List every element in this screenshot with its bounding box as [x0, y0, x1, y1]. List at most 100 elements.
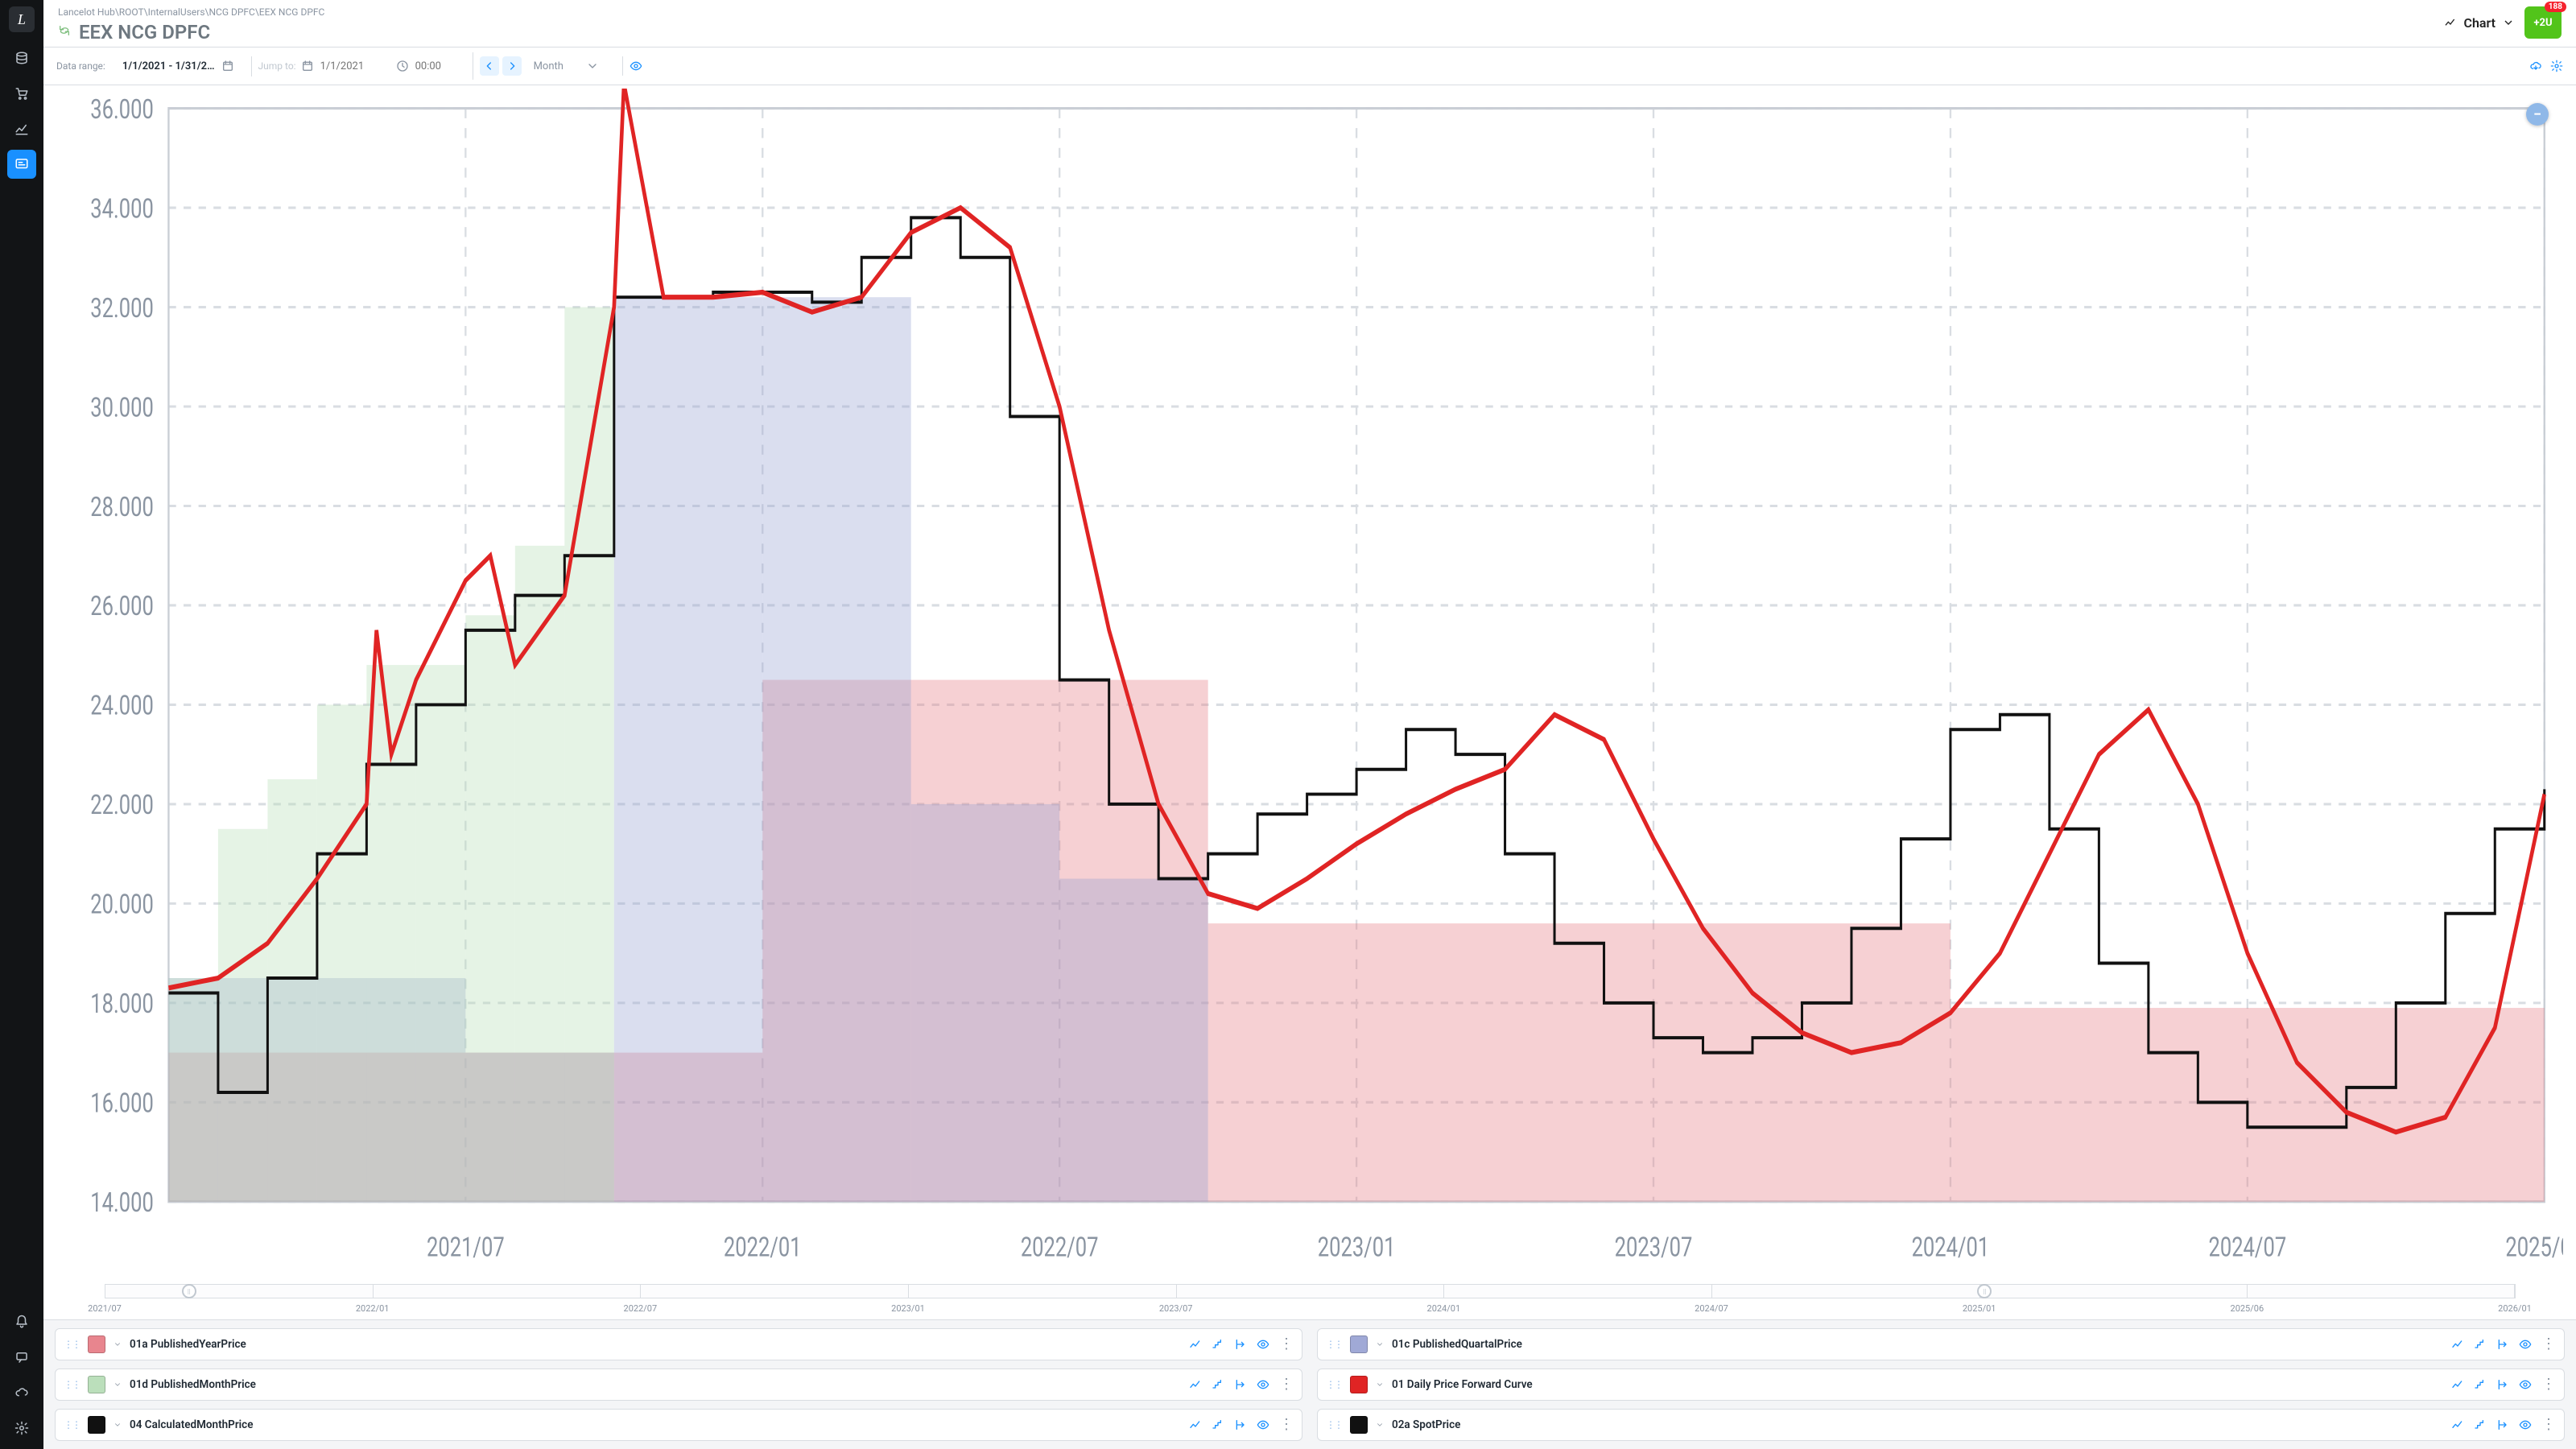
svg-text:22.000: 22.000 [90, 790, 154, 821]
series-eye-icon[interactable] [2519, 1338, 2532, 1351]
svg-text:2022/07: 2022/07 [1021, 1232, 1099, 1263]
date-range-picker[interactable]: 1/1/2021 - 1/31/2… [114, 56, 243, 76]
cloud-download-icon[interactable] [2529, 60, 2542, 72]
add-button-label: +2U [2533, 17, 2552, 29]
refresh-icon[interactable] [58, 24, 71, 40]
drag-handle-icon[interactable]: ⋮⋮ [64, 1339, 80, 1350]
series-swatch [1350, 1335, 1368, 1353]
series-color-dropdown[interactable] [1376, 1340, 1384, 1348]
series-align-icon[interactable] [2496, 1378, 2509, 1391]
series-eye-icon[interactable] [2519, 1418, 2532, 1431]
scrubber-tick-label: 2025/01 [1963, 1303, 1996, 1314]
scrubber-handle-left[interactable]: || [182, 1284, 196, 1298]
nav-editor-icon[interactable] [7, 150, 36, 179]
series-eye-icon[interactable] [1257, 1338, 1269, 1351]
series-swatch [88, 1416, 105, 1434]
nav-next-button[interactable] [502, 56, 522, 76]
series-name: 01c PublishedQuartalPrice [1392, 1338, 2443, 1351]
series-chart-icon[interactable] [2451, 1378, 2464, 1391]
drag-handle-icon[interactable]: ⋮⋮ [64, 1379, 80, 1390]
series-color-dropdown[interactable] [1376, 1421, 1384, 1429]
jump-date-input[interactable] [319, 60, 391, 73]
series-align-icon[interactable] [1234, 1338, 1247, 1351]
legend-item: ⋮⋮ 01d PublishedMonthPrice ⋮ [55, 1368, 1302, 1401]
svg-text:2025/01: 2025/01 [2505, 1232, 2563, 1263]
scrubber-tick-label: 2024/01 [1427, 1303, 1461, 1314]
series-align-icon[interactable] [2496, 1418, 2509, 1431]
series-name: 04 CalculatedMonthPrice [130, 1418, 1181, 1431]
chart-toolbar: Data range: 1/1/2021 - 1/31/2… Jump to: … [43, 47, 2576, 85]
date-range-value: 1/1/2021 - 1/31/2… [122, 60, 215, 72]
zoom-out-button[interactable]: − [2526, 103, 2549, 126]
series-step-icon[interactable] [2474, 1418, 2487, 1431]
series-chart-icon[interactable] [1189, 1378, 1202, 1391]
page-header: Lancelot Hub\ROOT\InternalUsers\NCG DPFC… [43, 0, 2576, 47]
scrubber-tick-label: 2021/07 [88, 1303, 122, 1314]
jump-time-input[interactable] [414, 60, 458, 73]
series-color-dropdown[interactable] [114, 1421, 122, 1429]
series-chart-icon[interactable] [1189, 1418, 1202, 1431]
chevron-down-icon [586, 60, 599, 72]
svg-text:18.000: 18.000 [90, 989, 154, 1020]
jump-label: Jump to: [258, 60, 296, 72]
series-name: 01 Daily Price Forward Curve [1392, 1378, 2443, 1391]
svg-text:2022/01: 2022/01 [724, 1232, 802, 1263]
series-step-icon[interactable] [1212, 1418, 1224, 1431]
drag-handle-icon[interactable]: ⋮⋮ [1326, 1339, 1342, 1350]
view-selector[interactable]: Chart [2444, 15, 2515, 31]
scrubber-tick-label: 2026/01 [2498, 1303, 2532, 1314]
svg-text:28.000: 28.000 [90, 491, 154, 522]
nav-bell-icon[interactable] [7, 1307, 36, 1336]
range-label: Data range: [56, 60, 105, 72]
series-color-dropdown[interactable] [1376, 1381, 1384, 1389]
scrubber-tick-label: 2024/07 [1695, 1303, 1728, 1314]
series-color-dropdown[interactable] [114, 1381, 122, 1389]
legend-item: ⋮⋮ 01a PublishedYearPrice ⋮ [55, 1328, 1302, 1360]
series-align-icon[interactable] [1234, 1378, 1247, 1391]
series-eye-icon[interactable] [2519, 1378, 2532, 1391]
series-step-icon[interactable] [2474, 1378, 2487, 1391]
nav-prev-button[interactable] [480, 56, 499, 76]
drag-handle-icon[interactable]: ⋮⋮ [1326, 1419, 1342, 1430]
svg-text:20.000: 20.000 [90, 889, 154, 920]
series-step-icon[interactable] [2474, 1338, 2487, 1351]
series-align-icon[interactable] [1234, 1418, 1247, 1431]
nav-settings-icon[interactable] [7, 1414, 36, 1443]
series-step-icon[interactable] [1212, 1378, 1224, 1391]
series-step-icon[interactable] [1212, 1338, 1224, 1351]
series-eye-icon[interactable] [1257, 1418, 1269, 1431]
nav-cart-icon[interactable] [7, 79, 36, 108]
svg-text:2024/01: 2024/01 [1912, 1232, 1990, 1263]
series-color-dropdown[interactable] [114, 1340, 122, 1348]
nav-data-icon[interactable] [7, 43, 36, 72]
series-swatch [88, 1335, 105, 1353]
legend-item: ⋮⋮ 04 CalculatedMonthPrice ⋮ [55, 1409, 1302, 1441]
clock-icon [396, 60, 409, 72]
drag-handle-icon[interactable]: ⋮⋮ [64, 1419, 80, 1430]
calendar-icon [301, 60, 314, 72]
page-title: EEX NCG DPFC [79, 21, 210, 43]
svg-text:36.000: 36.000 [90, 93, 154, 125]
nav-chart-icon[interactable] [7, 114, 36, 143]
svg-text:2021/07: 2021/07 [427, 1232, 505, 1263]
svg-text:14.000: 14.000 [90, 1187, 154, 1219]
gear-icon[interactable] [2550, 60, 2563, 72]
nav-chat-icon[interactable] [7, 1343, 36, 1372]
series-swatch [1350, 1416, 1368, 1434]
breadcrumb[interactable]: Lancelot Hub\ROOT\InternalUsers\NCG DPFC… [58, 6, 2434, 18]
drag-handle-icon[interactable]: ⋮⋮ [1326, 1379, 1342, 1390]
series-chart-icon[interactable] [2451, 1338, 2464, 1351]
add-button[interactable]: +2U 188 [2524, 6, 2562, 39]
granularity-select[interactable]: Month [525, 56, 608, 76]
series-align-icon[interactable] [2496, 1338, 2509, 1351]
visibility-toggle[interactable] [630, 60, 642, 72]
chevron-down-icon [2502, 16, 2515, 29]
nav-cloud-icon[interactable] [7, 1378, 36, 1407]
price-chart[interactable]: 14.00016.00018.00020.00022.00024.00026.0… [56, 89, 2563, 1276]
series-chart-icon[interactable] [1189, 1338, 1202, 1351]
svg-text:16.000: 16.000 [90, 1088, 154, 1119]
series-eye-icon[interactable] [1257, 1378, 1269, 1391]
svg-text:2024/07: 2024/07 [2208, 1232, 2286, 1263]
series-chart-icon[interactable] [2451, 1418, 2464, 1431]
time-scrubber[interactable]: 2021/072022/012022/072023/012023/072024/… [105, 1276, 2515, 1319]
